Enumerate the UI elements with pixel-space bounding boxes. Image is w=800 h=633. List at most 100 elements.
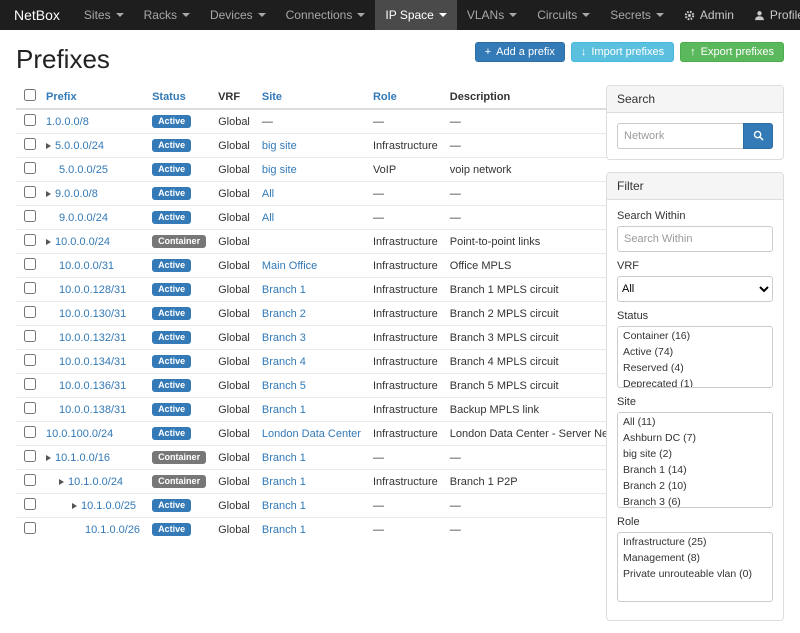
site-link[interactable]: Branch 1 [262, 284, 306, 296]
row-checkbox[interactable] [24, 426, 36, 438]
site-link[interactable]: Branch 1 [262, 476, 306, 488]
filter-option[interactable]: All (11) [619, 414, 771, 430]
filter-option[interactable]: Deprecated (1) [619, 376, 771, 388]
column-header-status[interactable]: Status [152, 91, 186, 103]
status-filter-listbox[interactable]: Container (16)Active (74)Reserved (4)Dep… [617, 326, 773, 388]
nav-item-devices[interactable]: Devices [200, 0, 276, 30]
filter-option[interactable]: Active (74) [619, 344, 771, 360]
row-checkbox[interactable] [24, 402, 36, 414]
prefix-cell: 10.0.100.0/24 [40, 422, 146, 446]
prefix-link[interactable]: 9.0.0.0/24 [59, 212, 108, 224]
site-link[interactable]: big site [262, 164, 297, 176]
site-link[interactable]: Branch 1 [262, 404, 306, 416]
prefix-link[interactable]: 10.0.0.136/31 [59, 380, 126, 392]
row-checkbox[interactable] [24, 210, 36, 222]
filter-option[interactable]: Private unrouteable vlan (0) [619, 566, 771, 582]
site-filter-listbox[interactable]: All (11)Ashburn DC (7)big site (2)Branch… [617, 412, 773, 508]
search-button[interactable] [743, 123, 773, 149]
filter-option[interactable]: Container (16) [619, 328, 771, 344]
expand-arrow-icon[interactable] [46, 239, 51, 245]
filter-option[interactable]: Ashburn DC (7) [619, 430, 771, 446]
site-link[interactable]: Branch 3 [262, 332, 306, 344]
vrf-select[interactable]: All [617, 276, 773, 302]
export-prefixes-button[interactable]: ↑Export prefixes [680, 42, 784, 62]
expand-arrow-icon[interactable] [46, 143, 51, 149]
column-header-prefix[interactable]: Prefix [46, 91, 77, 103]
filter-option[interactable]: Branch 2 (10) [619, 478, 771, 494]
prefix-link[interactable]: 10.1.0.0/26 [85, 524, 140, 536]
row-checkbox[interactable] [24, 234, 36, 246]
filter-option[interactable]: Infrastructure (25) [619, 534, 771, 550]
prefix-link[interactable]: 10.0.0.128/31 [59, 284, 126, 296]
site-link[interactable]: Main Office [262, 260, 317, 272]
prefix-link[interactable]: 5.0.0.0/24 [55, 140, 104, 152]
prefix-link[interactable]: 10.0.0.130/31 [59, 308, 126, 320]
nav-item-secrets[interactable]: Secrets [600, 0, 674, 30]
row-checkbox[interactable] [24, 474, 36, 486]
filter-option[interactable]: big site (2) [619, 446, 771, 462]
row-checkbox[interactable] [24, 186, 36, 198]
site-link[interactable]: All [262, 188, 274, 200]
profile-link[interactable]: Profile [744, 0, 800, 30]
nav-item-vlans[interactable]: VLANs [457, 0, 527, 30]
expand-arrow-icon[interactable] [46, 191, 51, 197]
prefix-link[interactable]: 10.1.0.0/25 [81, 500, 136, 512]
row-checkbox[interactable] [24, 282, 36, 294]
site-link[interactable]: London Data Center [262, 428, 361, 440]
select-all-checkbox[interactable] [24, 89, 36, 101]
column-header-role[interactable]: Role [373, 91, 397, 103]
prefix-link[interactable]: 10.0.0.138/31 [59, 404, 126, 416]
prefix-link[interactable]: 5.0.0.0/25 [59, 164, 108, 176]
prefix-link[interactable]: 10.0.0.0/31 [59, 260, 114, 272]
prefix-link[interactable]: 10.0.0.0/24 [55, 236, 110, 248]
nav-item-sites[interactable]: Sites [74, 0, 134, 30]
row-checkbox[interactable] [24, 114, 36, 126]
site-link[interactable]: Branch 5 [262, 380, 306, 392]
row-checkbox[interactable] [24, 162, 36, 174]
row-checkbox[interactable] [24, 498, 36, 510]
column-header-site[interactable]: Site [262, 91, 282, 103]
expand-arrow-icon[interactable] [59, 479, 64, 485]
row-checkbox[interactable] [24, 450, 36, 462]
filter-option[interactable]: Branch 3 (6) [619, 494, 771, 508]
site-link[interactable]: All [262, 212, 274, 224]
filter-option[interactable]: Reserved (4) [619, 360, 771, 376]
site-link[interactable]: big site [262, 140, 297, 152]
role-filter-listbox[interactable]: Infrastructure (25)Management (8)Private… [617, 532, 773, 602]
nav-item-circuits[interactable]: Circuits [527, 0, 600, 30]
role-cell: — [367, 206, 444, 230]
row-checkbox[interactable] [24, 258, 36, 270]
prefix-link[interactable]: 10.0.0.134/31 [59, 356, 126, 368]
prefix-link[interactable]: 10.0.0.132/31 [59, 332, 126, 344]
search-within-label: Search Within [617, 210, 773, 222]
prefix-link[interactable]: 10.1.0.0/24 [68, 476, 123, 488]
search-input[interactable] [617, 123, 743, 149]
prefix-link[interactable]: 10.1.0.0/16 [55, 452, 110, 464]
row-checkbox[interactable] [24, 378, 36, 390]
row-checkbox[interactable] [24, 138, 36, 150]
import-prefixes-button[interactable]: ↓Import prefixes [571, 42, 674, 62]
nav-item-racks[interactable]: Racks [134, 0, 200, 30]
site-link[interactable]: Branch 1 [262, 524, 306, 536]
filter-option[interactable]: Branch 1 (14) [619, 462, 771, 478]
site-link[interactable]: Branch 4 [262, 356, 306, 368]
prefix-link[interactable]: 9.0.0.0/8 [55, 188, 98, 200]
filter-option[interactable]: Management (8) [619, 550, 771, 566]
row-checkbox[interactable] [24, 354, 36, 366]
row-checkbox[interactable] [24, 330, 36, 342]
nav-item-ip-space[interactable]: IP Space [375, 0, 456, 30]
brand-logo[interactable]: NetBox [0, 0, 74, 30]
row-checkbox[interactable] [24, 522, 36, 534]
expand-arrow-icon[interactable] [72, 503, 77, 509]
search-within-input[interactable] [617, 226, 773, 252]
site-link[interactable]: Branch 2 [262, 308, 306, 320]
site-link[interactable]: Branch 1 [262, 500, 306, 512]
site-link[interactable]: Branch 1 [262, 452, 306, 464]
add-prefix-button[interactable]: +Add a prefix [475, 42, 565, 62]
nav-item-connections[interactable]: Connections [276, 0, 376, 30]
expand-arrow-icon[interactable] [46, 455, 51, 461]
prefix-link[interactable]: 10.0.100.0/24 [46, 428, 113, 440]
row-checkbox[interactable] [24, 306, 36, 318]
prefix-link[interactable]: 1.0.0.0/8 [46, 116, 89, 128]
admin-link[interactable]: Admin [674, 0, 744, 30]
